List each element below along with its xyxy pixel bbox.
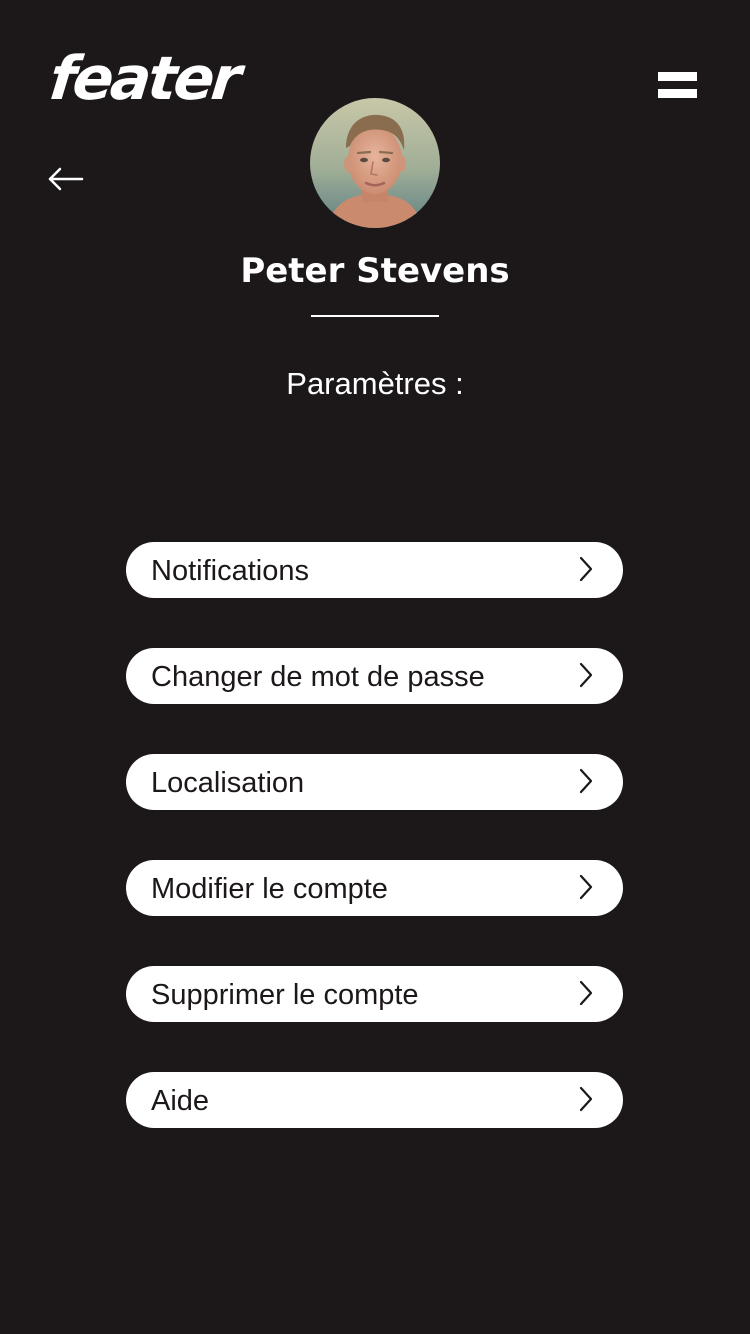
settings-item-edit-account[interactable]: Modifier le compte: [126, 860, 623, 916]
settings-item-label: Supprimer le compte: [151, 979, 419, 1011]
settings-item-label: Changer de mot de passe: [151, 661, 485, 693]
avatar[interactable]: [310, 98, 440, 228]
chevron-right-icon: [579, 556, 593, 582]
hamburger-menu-icon[interactable]: [652, 66, 702, 106]
settings-item-label: Aide: [151, 1085, 210, 1117]
settings-item-change-password[interactable]: Changer de mot de passe: [126, 648, 623, 704]
menu-bar-bottom: [658, 89, 697, 98]
arrow-left-icon: [48, 167, 84, 191]
settings-item-location[interactable]: Localisation: [126, 754, 623, 810]
chevron-right-icon: [579, 980, 593, 1006]
name-divider: [311, 315, 439, 317]
settings-title: Paramètres :: [286, 366, 464, 401]
chevron-right-icon: [579, 874, 593, 900]
settings-item-label: Modifier le compte: [151, 873, 388, 905]
feater-logo: feater: [46, 44, 242, 114]
settings-item-help[interactable]: Aide: [126, 1072, 623, 1128]
settings-item-label: Notifications: [151, 555, 309, 587]
settings-item-notifications[interactable]: Notifications: [126, 542, 623, 598]
settings-item-label: Localisation: [151, 767, 305, 799]
settings-list: Notifications Changer de mot de passe Lo…: [126, 542, 623, 1178]
settings-item-delete-account[interactable]: Supprimer le compte: [126, 966, 623, 1022]
chevron-right-icon: [579, 1086, 593, 1112]
profile-photo: [310, 98, 440, 228]
user-name: Peter Stevens: [240, 251, 510, 291]
chevron-right-icon: [579, 662, 593, 688]
menu-bar-top: [658, 72, 697, 81]
chevron-right-icon: [579, 768, 593, 794]
back-button[interactable]: [44, 162, 88, 196]
